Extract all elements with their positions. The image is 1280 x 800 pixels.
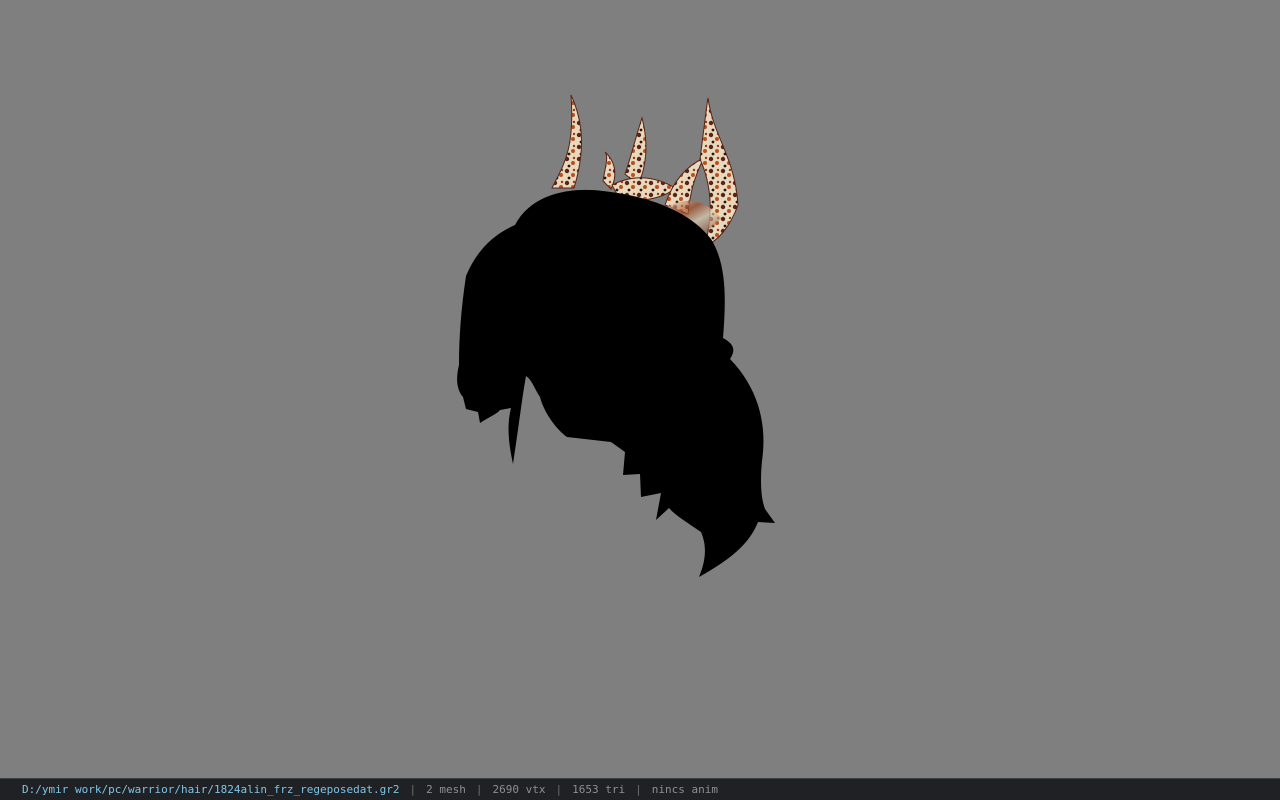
status-separator: | xyxy=(475,783,483,796)
model-file-path[interactable]: D:/ymir work/pc/warrior/hair/1824alin_fr… xyxy=(22,783,400,796)
triangle-count: 1653 tri xyxy=(572,783,626,796)
hair-model-render xyxy=(457,94,775,578)
status-bar: D:/ymir work/pc/warrior/hair/1824alin_fr… xyxy=(0,778,1280,800)
mesh-count: 2 mesh xyxy=(426,783,466,796)
hair-silhouette xyxy=(457,189,775,578)
3d-viewport[interactable] xyxy=(0,0,1280,778)
animation-status: nincs anim xyxy=(651,783,718,796)
status-separator: | xyxy=(635,783,642,796)
status-separator: | xyxy=(409,783,417,796)
vertex-count: 2690 vtx xyxy=(492,783,546,796)
status-separator: | xyxy=(555,783,563,796)
